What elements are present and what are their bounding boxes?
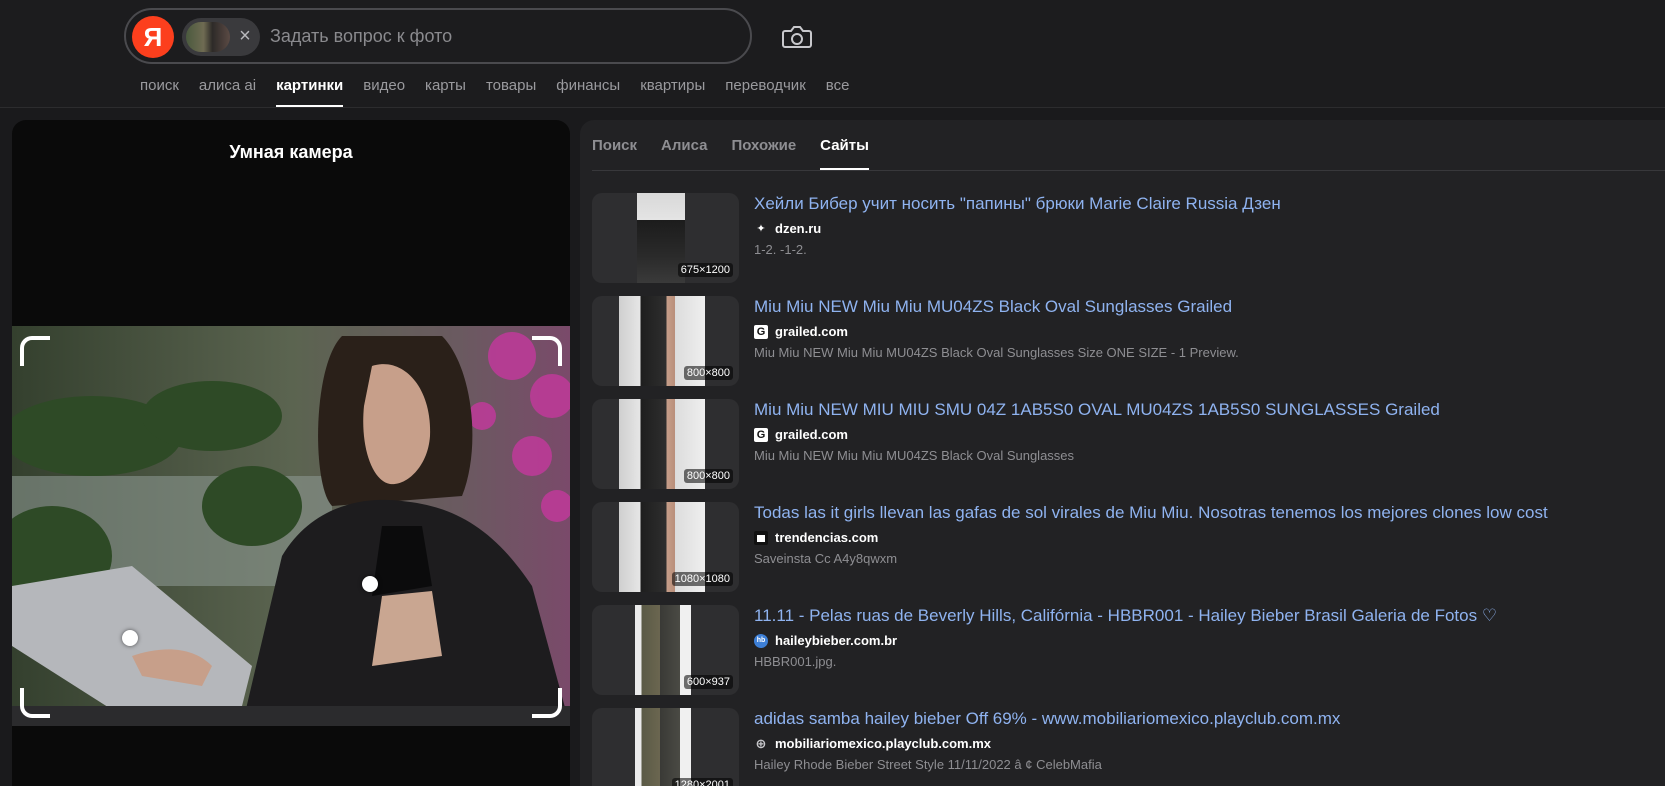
result-site[interactable]: Ggrailed.com: [754, 324, 848, 339]
header: Я × Задать вопрос к фото поиск алиса ai ка…: [0, 0, 1665, 108]
image-size-badge: 800×800: [683, 366, 733, 380]
result-title-link[interactable]: adidas samba hailey bieber Off 69% - www…: [754, 709, 1340, 729]
nav-item[interactable]: картинки: [266, 76, 353, 108]
panel-title: Умная камера: [229, 142, 353, 162]
thumbnail-image: [635, 605, 691, 695]
result-title-link[interactable]: Miu Miu NEW MIU MIU SMU 04Z 1AB5S0 OVAL …: [754, 400, 1440, 420]
result-domain[interactable]: mobiliariomexico.playclub.com.mx: [775, 736, 991, 751]
nav-item[interactable]: финансы: [546, 76, 630, 108]
result-description: Saveinsta Cc A4y8qwxm: [754, 551, 898, 566]
image-size-badge: 1280×2001: [671, 778, 733, 786]
grailed-icon: G: [754, 427, 768, 442]
search-result[interactable]: 1080×1080 Todas las it girls llevan las g…: [592, 502, 1652, 592]
result-domain[interactable]: haileybieber.com.br: [775, 633, 897, 648]
result-thumbnail[interactable]: 800×800: [592, 296, 739, 386]
close-icon[interactable]: ×: [236, 25, 254, 47]
smart-camera-panel: Умная камера: [12, 120, 570, 786]
search-input[interactable]: Задать вопрос к фото: [270, 26, 452, 47]
result-description: 1-2. -1-2.: [754, 242, 807, 257]
query-photo[interactable]: [12, 326, 570, 726]
nav-item[interactable]: поиск: [130, 76, 189, 108]
nav-item[interactable]: квартиры: [630, 76, 715, 108]
grailed-icon: G: [754, 324, 768, 339]
nav-item[interactable]: алиса ai: [189, 76, 266, 108]
result-domain[interactable]: grailed.com: [775, 427, 848, 442]
result-title-link[interactable]: 11.11 - Pelas ruas de Beverly Hills, Cal…: [754, 606, 1497, 626]
yandex-logo[interactable]: Я: [132, 16, 174, 58]
results-panel: Поиск Алиса Похожие Сайты 675×1200 Хейли Биб…: [580, 120, 1665, 786]
result-title-link[interactable]: Хейли Бибер учит носить "папины" брюки M…: [754, 194, 1281, 214]
result-description: Miu Miu NEW Miu Miu MU04ZS Black Oval Su…: [754, 345, 1239, 360]
result-site[interactable]: ⊕ mobiliariomexico.playclub.com.mx: [754, 735, 991, 752]
search-box[interactable]: Я × Задать вопрос к фото: [124, 8, 752, 64]
result-site[interactable]: trendencias.com: [754, 530, 878, 545]
results-tabs: Поиск Алиса Похожие Сайты: [592, 137, 869, 171]
image-size-badge: 675×1200: [677, 263, 733, 277]
crop-corner-top-left[interactable]: [20, 336, 50, 366]
search-result[interactable]: 675×1200 Хейли Бибер учит носить "папины"…: [592, 193, 1652, 283]
result-description: Hailey Rhode Bieber Street Style 11/11/2…: [754, 757, 1102, 772]
crop-corner-bottom-left[interactable]: [20, 688, 50, 718]
search-result[interactable]: 800×800 Miu Miu NEW Miu Miu MU04ZS Black …: [592, 296, 1652, 386]
result-title-link[interactable]: Miu Miu NEW Miu Miu MU04ZS Black Oval Su…: [754, 297, 1232, 317]
image-query-chip[interactable]: ×: [182, 18, 260, 56]
crop-corner-top-right[interactable]: [532, 336, 562, 366]
tab[interactable]: Похожие: [731, 137, 796, 171]
tabs-divider: [592, 170, 1665, 171]
crop-corner-bottom-right[interactable]: [532, 688, 562, 718]
result-domain[interactable]: trendencias.com: [775, 530, 878, 545]
nav-item[interactable]: все: [816, 76, 860, 108]
thumbnail-image: [635, 708, 691, 786]
camera-icon[interactable]: [780, 22, 814, 52]
result-domain[interactable]: dzen.ru: [775, 221, 821, 236]
result-thumbnail[interactable]: 800×800: [592, 399, 739, 489]
result-thumbnail[interactable]: 1280×2001: [592, 708, 739, 786]
result-title-link[interactable]: Todas las it girls llevan las gafas de s…: [754, 503, 1548, 523]
result-thumbnail[interactable]: 600×937: [592, 605, 739, 695]
globe-icon: ⊕: [755, 735, 767, 751]
result-site[interactable]: Ggrailed.com: [754, 427, 848, 442]
nav-item[interactable]: переводчик: [715, 76, 815, 108]
nav-item[interactable]: карты: [415, 76, 476, 108]
result-domain[interactable]: grailed.com: [775, 324, 848, 339]
nav-item[interactable]: товары: [476, 76, 546, 108]
dzen-icon: ✦: [756, 223, 766, 235]
query-image-thumbnail: [186, 22, 230, 52]
image-size-badge: 1080×1080: [671, 572, 733, 586]
image-size-badge: 800×800: [683, 469, 733, 483]
photo-illustration: [12, 326, 570, 726]
search-result[interactable]: 800×800 Miu Miu NEW MIU MIU SMU 04Z 1AB5S…: [592, 399, 1652, 489]
search-result[interactable]: 1280×2001 adidas samba hailey bieber Off …: [592, 708, 1652, 786]
result-site[interactable]: ✦ dzen.ru: [754, 221, 821, 236]
result-thumbnail[interactable]: 675×1200: [592, 193, 739, 283]
nav-item[interactable]: видео: [353, 76, 415, 108]
image-size-badge: 600×937: [683, 675, 733, 689]
tab[interactable]: Алиса: [661, 137, 707, 171]
search-nav: поиск алиса ai картинки видео карты товары фин…: [130, 76, 859, 108]
tab[interactable]: Сайты: [820, 137, 869, 171]
result-description: Miu Miu NEW Miu Miu MU04ZS Black Oval Su…: [754, 448, 1075, 463]
hb-icon: hb: [754, 633, 768, 648]
trendencias-icon: [754, 530, 768, 545]
result-thumbnail[interactable]: 1080×1080: [592, 502, 739, 592]
search-result[interactable]: 600×937 11.11 - Pelas ruas de Beverly Hil…: [592, 605, 1652, 695]
result-description: HBBR001.jpg.: [754, 654, 837, 669]
tab[interactable]: Поиск: [592, 137, 637, 171]
result-site[interactable]: hb haileybieber.com.br: [754, 633, 897, 648]
object-marker[interactable]: [362, 576, 378, 592]
object-marker[interactable]: [122, 630, 138, 646]
